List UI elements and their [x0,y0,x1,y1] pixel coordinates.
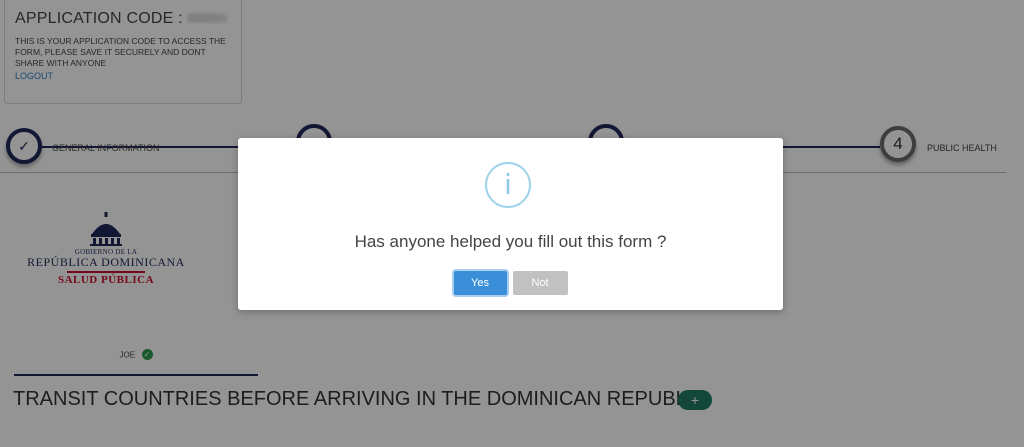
page: APPLICATION CODE : THIS IS YOUR APPLICAT… [0,0,1024,447]
info-icon: i [485,162,531,208]
dialog-question: Has anyone helped you fill out this form… [354,232,667,251]
yes-button[interactable]: Yes [453,271,507,295]
info-icon-glyph: i [504,168,512,201]
dialog-buttons: Yes Not [238,271,783,295]
help-question-dialog: i Has anyone helped you fill out this fo… [238,138,783,310]
not-button[interactable]: Not [512,271,568,295]
